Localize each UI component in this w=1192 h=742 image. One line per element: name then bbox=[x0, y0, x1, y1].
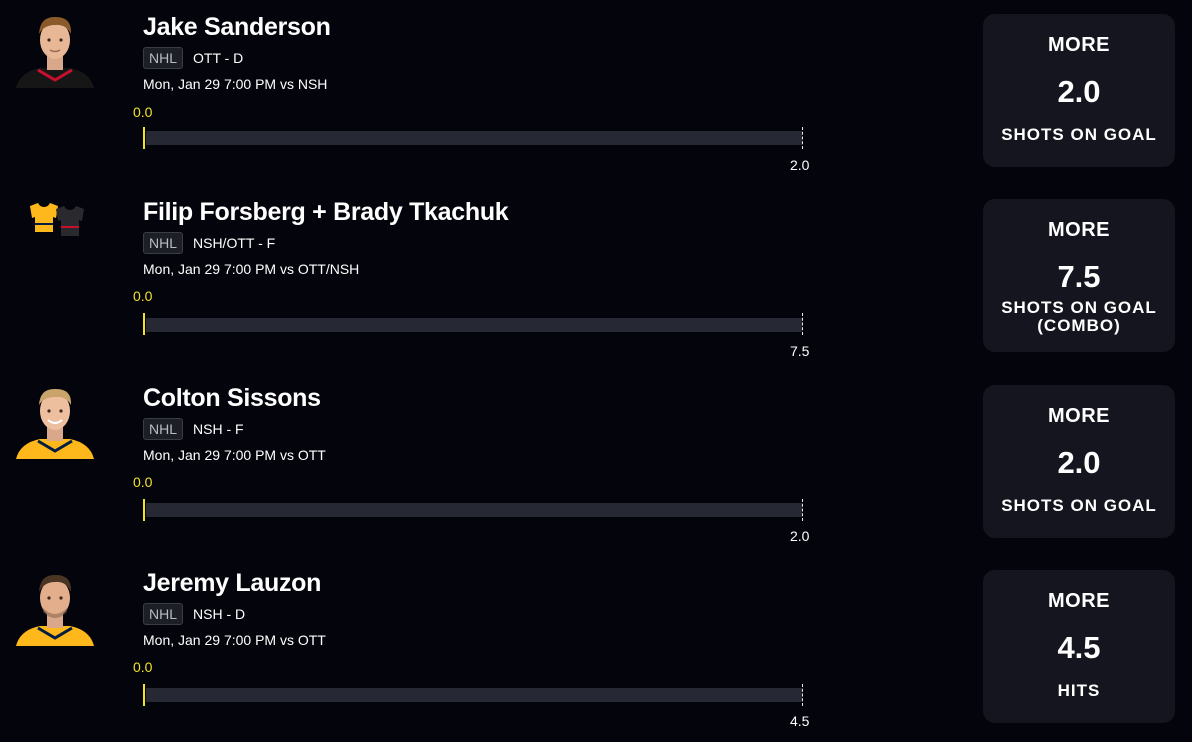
line-value: 7.5 bbox=[790, 343, 810, 359]
pick-line: 2.0 bbox=[1057, 74, 1101, 109]
pick-stat: SHOTS ON GOAL bbox=[1001, 125, 1157, 144]
pick-direction: MORE bbox=[1048, 405, 1110, 427]
league-badge: NHL bbox=[143, 232, 184, 254]
team-position: NSH - F bbox=[193, 421, 244, 437]
pick-card[interactable]: MORE 2.0 SHOTS ON GOAL bbox=[983, 14, 1175, 167]
player-headshot bbox=[16, 574, 94, 646]
pick-direction: MORE bbox=[1048, 590, 1110, 612]
league-badge: NHL bbox=[143, 603, 184, 625]
pick-row: Colton Sissons NHL NSH - F Mon, Jan 29 7… bbox=[0, 371, 1192, 556]
pick-line: 4.5 bbox=[1057, 630, 1101, 665]
pick-direction: MORE bbox=[1048, 34, 1110, 56]
current-marker bbox=[143, 127, 145, 149]
pick-card[interactable]: MORE 2.0 SHOTS ON GOAL bbox=[983, 385, 1175, 538]
line-value: 2.0 bbox=[790, 528, 810, 544]
line-value: 4.5 bbox=[790, 713, 810, 729]
pick-stat: SHOTS ON GOAL (COMBO) bbox=[1001, 298, 1157, 335]
current-marker bbox=[143, 684, 145, 706]
pick-row: Jake Sanderson NHL OTT - D Mon, Jan 29 7… bbox=[0, 0, 1192, 185]
current-value: 0.0 bbox=[133, 474, 153, 490]
pick-card[interactable]: MORE 4.5 HITS bbox=[983, 570, 1175, 723]
game-info: Mon, Jan 29 7:00 PM vs NSH bbox=[143, 76, 328, 92]
line-marker bbox=[802, 127, 803, 149]
current-value: 0.0 bbox=[133, 288, 153, 304]
progress-track bbox=[146, 503, 802, 517]
game-info: Mon, Jan 29 7:00 PM vs OTT bbox=[143, 632, 326, 648]
line-marker bbox=[802, 313, 803, 335]
combo-jerseys-icon bbox=[30, 203, 84, 236]
line-marker bbox=[802, 684, 803, 706]
pick-line: 2.0 bbox=[1057, 445, 1101, 480]
player-headshot bbox=[16, 16, 94, 88]
player-headshot bbox=[16, 388, 94, 459]
game-info: Mon, Jan 29 7:00 PM vs OTT/NSH bbox=[143, 261, 360, 277]
pick-row: Jeremy Lauzon NHL NSH - D Mon, Jan 29 7:… bbox=[0, 556, 1192, 741]
player-name: Colton Sissons bbox=[143, 384, 321, 412]
pick-direction: MORE bbox=[1048, 219, 1110, 241]
team-position: OTT - D bbox=[193, 50, 244, 66]
league-badge: NHL bbox=[143, 418, 184, 440]
progress-track bbox=[146, 131, 802, 145]
player-name: Filip Forsberg + Brady Tkachuk bbox=[143, 198, 509, 226]
line-marker bbox=[802, 499, 803, 521]
pick-line: 7.5 bbox=[1057, 259, 1101, 294]
player-name: Jake Sanderson bbox=[143, 13, 331, 41]
current-value: 0.0 bbox=[133, 659, 153, 675]
pick-stat: HITS bbox=[1057, 681, 1101, 700]
current-value: 0.0 bbox=[133, 104, 153, 120]
progress-track bbox=[146, 688, 802, 702]
team-position: NSH - D bbox=[193, 606, 246, 622]
league-badge: NHL bbox=[143, 47, 184, 69]
pick-stat: SHOTS ON GOAL bbox=[1001, 496, 1157, 515]
pick-card[interactable]: MORE 7.5 SHOTS ON GOAL (COMBO) bbox=[983, 199, 1175, 352]
player-name: Jeremy Lauzon bbox=[143, 569, 322, 597]
pick-row: Filip Forsberg + Brady Tkachuk NHL NSH/O… bbox=[0, 185, 1192, 370]
line-value: 2.0 bbox=[790, 157, 810, 173]
current-marker bbox=[143, 499, 145, 521]
progress-track bbox=[146, 318, 802, 332]
game-info: Mon, Jan 29 7:00 PM vs OTT bbox=[143, 447, 326, 463]
team-position: NSH/OTT - F bbox=[193, 235, 276, 251]
current-marker bbox=[143, 313, 145, 335]
